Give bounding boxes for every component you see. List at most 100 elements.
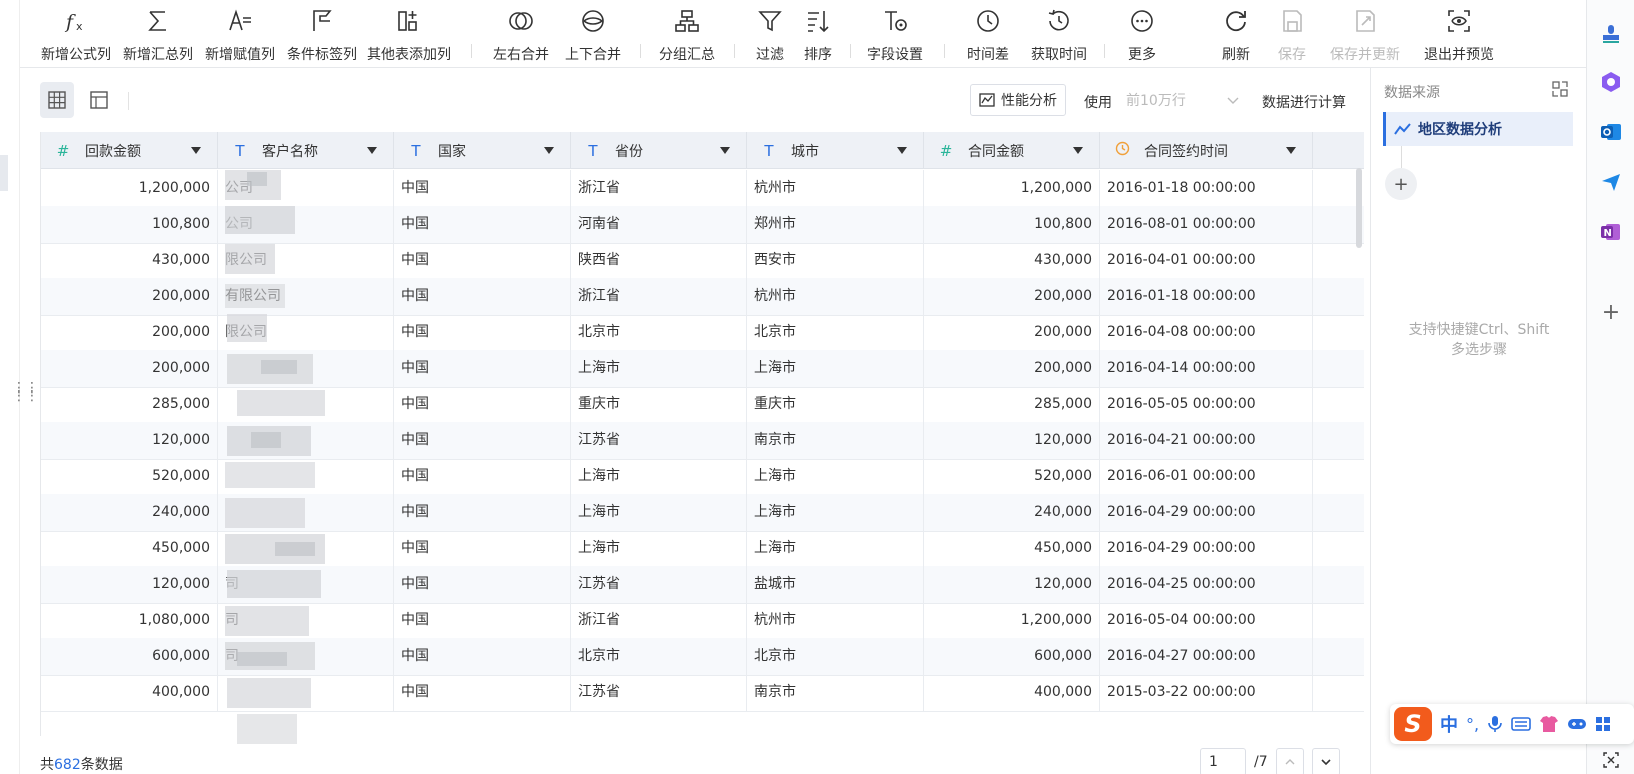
ime-logo[interactable]: S (1394, 707, 1432, 741)
switch-layout-icon[interactable] (1551, 80, 1569, 102)
group-summary-button[interactable]: 分组汇总 (654, 4, 720, 64)
city-cell[interactable]: 杭州市 (747, 170, 924, 207)
data-source-item[interactable]: 地区数据分析 (1383, 112, 1573, 146)
table-row[interactable]: 120,000 中国 江苏省 南京市 120,000 2016-04-21 00:00:0… (41, 422, 1364, 460)
column-menu-caret-icon[interactable] (191, 147, 201, 154)
sign-time-cell[interactable]: 2016-04-29 00:00:00 (1100, 530, 1313, 567)
column-header-province[interactable]: T 省份 (571, 132, 747, 169)
payment-amount-cell[interactable]: 520,000 (41, 458, 218, 495)
row-limit-select[interactable]: 前10万行 (1118, 84, 1248, 116)
copilot-icon[interactable] (1599, 70, 1623, 94)
get-time-button[interactable]: 获取时间 (1024, 4, 1094, 64)
sign-time-cell[interactable]: 2016-04-27 00:00:00 (1100, 638, 1313, 675)
country-cell[interactable]: 中国 (394, 350, 571, 387)
country-cell[interactable]: 中国 (394, 530, 571, 567)
sign-time-cell[interactable]: 2016-05-05 00:00:00 (1100, 386, 1313, 423)
sign-time-cell[interactable]: 2016-08-01 00:00:00 (1100, 206, 1313, 243)
microphone-icon[interactable] (1487, 715, 1503, 733)
country-cell[interactable]: 中国 (394, 422, 571, 459)
column-header-payment[interactable]: # 回款金额 (41, 132, 218, 169)
province-cell[interactable]: 浙江省 (571, 602, 747, 639)
contract-amount-cell[interactable]: 200,000 (924, 278, 1100, 315)
column-header-sign-time[interactable]: 合同签约时间 (1100, 132, 1313, 169)
column-header-city[interactable]: T 城市 (747, 132, 924, 169)
stamp-icon[interactable] (1599, 22, 1623, 46)
table-row[interactable]: 1,080,000 司中国 浙江省 杭州市 1,200,000 2016-05-04 00… (41, 602, 1364, 640)
sign-time-cell[interactable]: 2016-06-01 00:00:00 (1100, 458, 1313, 495)
city-cell[interactable]: 北京市 (747, 638, 924, 675)
province-cell[interactable]: 上海市 (571, 458, 747, 495)
column-menu-caret-icon[interactable] (897, 147, 907, 154)
province-cell[interactable]: 陕西省 (571, 242, 747, 279)
customer-name-cell[interactable] (218, 422, 394, 459)
province-cell[interactable]: 上海市 (571, 350, 747, 387)
payment-amount-cell[interactable]: 100,800 (41, 206, 218, 243)
performance-analysis-button[interactable]: 性能分析 (970, 84, 1066, 116)
sign-time-cell[interactable]: 2016-04-21 00:00:00 (1100, 422, 1313, 459)
payment-amount-cell[interactable]: 450,000 (41, 530, 218, 567)
customer-name-cell[interactable]: 公司 (218, 206, 394, 243)
add-summary-column-button[interactable]: 新增汇总列 (120, 4, 196, 64)
payment-amount-cell[interactable]: 200,000 (41, 314, 218, 351)
sort-button[interactable]: 排序 (798, 4, 838, 64)
table-row[interactable]: 120,000 司中国 江苏省 盐城市 120,000 2016-04-25 00:00:… (41, 566, 1364, 604)
column-menu-caret-icon[interactable] (720, 147, 730, 154)
city-cell[interactable]: 杭州市 (747, 278, 924, 315)
sign-time-cell[interactable]: 2016-01-18 00:00:00 (1100, 170, 1313, 207)
payment-amount-cell[interactable]: 1,200,000 (41, 170, 218, 207)
country-cell[interactable]: 中国 (394, 638, 571, 675)
city-cell[interactable]: 上海市 (747, 350, 924, 387)
city-cell[interactable]: 上海市 (747, 494, 924, 531)
province-cell[interactable]: 北京市 (571, 314, 747, 351)
add-assign-column-button[interactable]: 新增赋值列 (202, 4, 278, 64)
ime-mode-toggle[interactable]: 中 (1440, 711, 1458, 737)
contract-amount-cell[interactable]: 240,000 (924, 494, 1100, 531)
refresh-button[interactable]: 刷新 (1214, 4, 1258, 64)
payment-amount-cell[interactable]: 240,000 (41, 494, 218, 531)
customer-name-cell[interactable]: 公司 (218, 170, 394, 207)
contract-amount-cell[interactable]: 1,200,000 (924, 170, 1100, 207)
city-cell[interactable]: 上海市 (747, 530, 924, 567)
table-row[interactable]: 285,000 中国 重庆市 重庆市 285,000 2016-05-05 00:00:0… (41, 386, 1364, 424)
screenshot-icon[interactable] (1599, 748, 1623, 772)
country-cell[interactable]: 中国 (394, 278, 571, 315)
customer-name-cell[interactable] (218, 674, 394, 711)
country-cell[interactable]: 中国 (394, 674, 571, 711)
province-cell[interactable]: 重庆市 (571, 386, 747, 423)
contract-amount-cell[interactable]: 400,000 (924, 674, 1100, 711)
customer-name-cell[interactable]: 限公司 (218, 242, 394, 279)
customer-name-cell[interactable] (218, 530, 394, 567)
city-cell[interactable]: 重庆市 (747, 386, 924, 423)
payment-amount-cell[interactable]: 400,000 (41, 674, 218, 711)
add-column-from-other-table-button[interactable]: 其他表添加列 (364, 4, 454, 64)
province-cell[interactable]: 上海市 (571, 494, 747, 531)
contract-amount-cell[interactable]: 520,000 (924, 458, 1100, 495)
customer-name-cell[interactable] (218, 386, 394, 423)
layout-view-button[interactable] (82, 82, 116, 118)
province-cell[interactable]: 北京市 (571, 638, 747, 675)
sign-time-cell[interactable]: 2016-04-14 00:00:00 (1100, 350, 1313, 387)
customer-name-cell[interactable] (218, 350, 394, 387)
payment-amount-cell[interactable]: 200,000 (41, 350, 218, 387)
city-cell[interactable]: 西安市 (747, 242, 924, 279)
payment-amount-cell[interactable]: 120,000 (41, 422, 218, 459)
field-settings-button[interactable]: 字段设置 (862, 4, 928, 64)
province-cell[interactable]: 河南省 (571, 206, 747, 243)
contract-amount-cell[interactable]: 200,000 (924, 350, 1100, 387)
country-cell[interactable]: 中国 (394, 458, 571, 495)
more-button[interactable]: 更多 (1120, 4, 1164, 64)
province-cell[interactable]: 上海市 (571, 530, 747, 567)
column-header-customer[interactable]: T 客户名称 (218, 132, 394, 169)
province-cell[interactable]: 浙江省 (571, 278, 747, 315)
payment-amount-cell[interactable]: 200,000 (41, 278, 218, 315)
page-input[interactable]: 1 (1200, 748, 1246, 774)
city-cell[interactable]: 郑州市 (747, 206, 924, 243)
column-menu-caret-icon[interactable] (1073, 147, 1083, 154)
time-diff-button[interactable]: 时间差 (958, 4, 1018, 64)
outlook-icon[interactable] (1599, 120, 1623, 144)
send-icon[interactable] (1599, 170, 1623, 194)
table-row[interactable]: 1,200,000 公司 中国 浙江省 杭州市 1,200,000 2016-01-18 0… (41, 170, 1364, 208)
column-menu-caret-icon[interactable] (544, 147, 554, 154)
column-header-contract-amount[interactable]: # 合同金额 (924, 132, 1100, 169)
horizontal-merge-button[interactable]: 左右合并 (488, 4, 554, 64)
